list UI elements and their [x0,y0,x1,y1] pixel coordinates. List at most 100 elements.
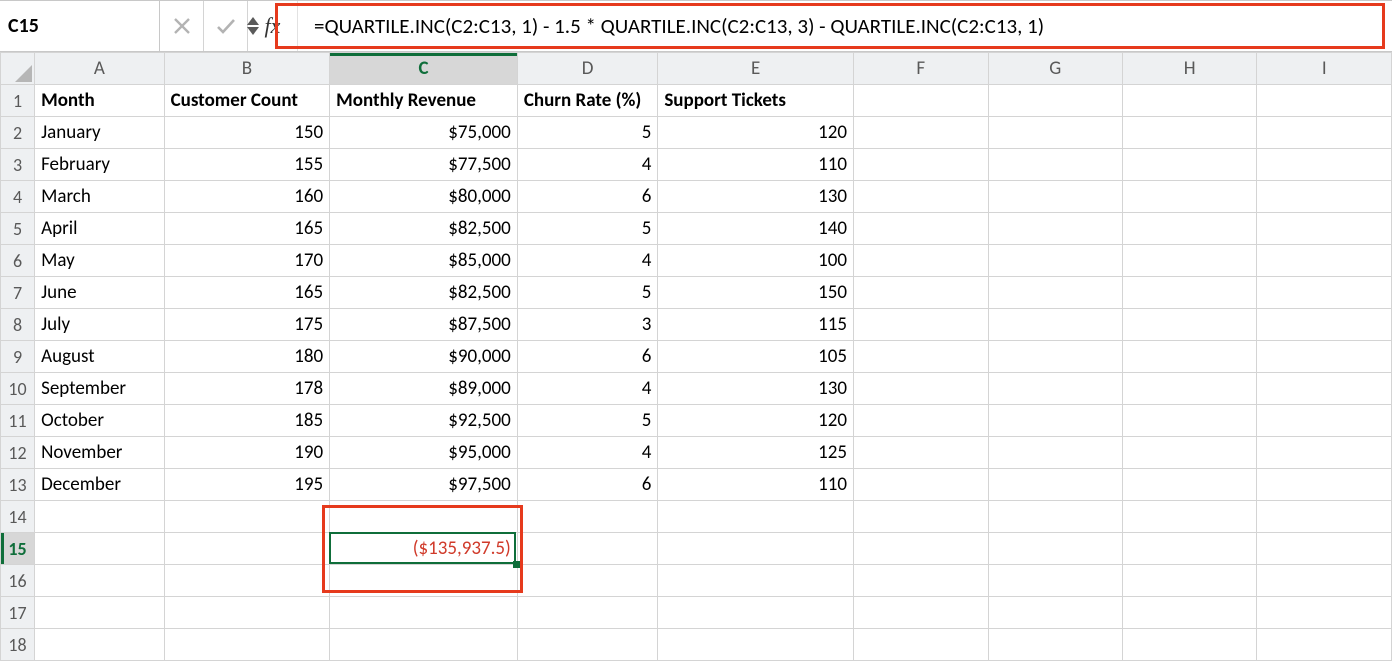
cell-B16[interactable] [164,565,330,597]
cell-E10[interactable]: 130 [658,373,854,405]
cell-F18[interactable] [854,629,988,661]
cell-A8[interactable]: July [35,309,164,341]
cell-B8[interactable]: 175 [164,309,330,341]
cell-A14[interactable] [35,501,164,533]
cell-I3[interactable] [1257,149,1392,181]
row-header-13[interactable]: 13 [1,469,35,501]
cell-I16[interactable] [1257,565,1392,597]
cell-D13[interactable]: 6 [517,469,658,501]
cell-E16[interactable] [658,565,854,597]
name-box[interactable] [0,1,160,51]
spreadsheet-grid[interactable]: A B C D E F G H I 1 Month Customer Count… [0,52,1392,661]
cell-B1[interactable]: Customer Count [164,85,330,117]
cell-B12[interactable]: 190 [164,437,330,469]
cell-C4[interactable]: $80,000 [330,181,518,213]
cell-I1[interactable] [1257,85,1392,117]
cell-G11[interactable] [988,405,1122,437]
cell-A17[interactable] [35,597,164,629]
cell-D1[interactable]: Churn Rate (%) [517,85,658,117]
cell-H14[interactable] [1122,501,1256,533]
formula-input-area[interactable] [298,1,1392,51]
row-header-18[interactable]: 18 [1,629,35,661]
cell-B2[interactable]: 150 [164,117,330,149]
cell-I11[interactable] [1257,405,1392,437]
cell-F17[interactable] [854,597,988,629]
cell-C6[interactable]: $85,000 [330,245,518,277]
cell-G1[interactable] [988,85,1122,117]
cell-C9[interactable]: $90,000 [330,341,518,373]
row-header-17[interactable]: 17 [1,597,35,629]
cell-A12[interactable]: November [35,437,164,469]
cell-E13[interactable]: 110 [658,469,854,501]
cell-D15[interactable] [517,533,658,565]
cell-A9[interactable]: August [35,341,164,373]
name-box-stepper[interactable] [247,17,259,35]
col-header-H[interactable]: H [1122,53,1256,85]
cell-B4[interactable]: 160 [164,181,330,213]
row-header-14[interactable]: 14 [1,501,35,533]
cell-G2[interactable] [988,117,1122,149]
row-header-3[interactable]: 3 [1,149,35,181]
cell-F12[interactable] [854,437,988,469]
cell-H15[interactable] [1122,533,1256,565]
cell-B9[interactable]: 180 [164,341,330,373]
cell-G8[interactable] [988,309,1122,341]
cell-A6[interactable]: May [35,245,164,277]
col-header-A[interactable]: A [35,53,164,85]
col-header-C[interactable]: C [330,53,518,85]
cell-G7[interactable] [988,277,1122,309]
cell-G14[interactable] [988,501,1122,533]
cell-F13[interactable] [854,469,988,501]
cell-E6[interactable]: 100 [658,245,854,277]
cell-C1[interactable]: Monthly Revenue [330,85,518,117]
cell-D8[interactable]: 3 [517,309,658,341]
col-header-F[interactable]: F [854,53,988,85]
cell-I9[interactable] [1257,341,1392,373]
row-header-9[interactable]: 9 [1,341,35,373]
cell-E9[interactable]: 105 [658,341,854,373]
cell-I14[interactable] [1257,501,1392,533]
cell-D9[interactable]: 6 [517,341,658,373]
cell-A11[interactable]: October [35,405,164,437]
cell-C7[interactable]: $82,500 [330,277,518,309]
cell-F16[interactable] [854,565,988,597]
cell-D18[interactable] [517,629,658,661]
cell-E14[interactable] [658,501,854,533]
row-header-8[interactable]: 8 [1,309,35,341]
cell-G17[interactable] [988,597,1122,629]
cell-I18[interactable] [1257,629,1392,661]
cell-H6[interactable] [1122,245,1256,277]
cell-G16[interactable] [988,565,1122,597]
cell-B6[interactable]: 170 [164,245,330,277]
cell-B3[interactable]: 155 [164,149,330,181]
cell-G3[interactable] [988,149,1122,181]
cell-I15[interactable] [1257,533,1392,565]
cell-H7[interactable] [1122,277,1256,309]
cell-I7[interactable] [1257,277,1392,309]
cell-A13[interactable]: December [35,469,164,501]
cell-I17[interactable] [1257,597,1392,629]
cell-I12[interactable] [1257,437,1392,469]
cell-H4[interactable] [1122,181,1256,213]
cell-B13[interactable]: 195 [164,469,330,501]
cell-I10[interactable] [1257,373,1392,405]
cell-E3[interactable]: 110 [658,149,854,181]
cell-E1[interactable]: Support Tickets [658,85,854,117]
cell-C13[interactable]: $97,500 [330,469,518,501]
cell-I8[interactable] [1257,309,1392,341]
cell-H8[interactable] [1122,309,1256,341]
cell-E8[interactable]: 115 [658,309,854,341]
cell-C14[interactable] [330,501,518,533]
cell-E7[interactable]: 150 [658,277,854,309]
cell-H1[interactable] [1122,85,1256,117]
cell-F4[interactable] [854,181,988,213]
cell-C12[interactable]: $95,000 [330,437,518,469]
cell-G13[interactable] [988,469,1122,501]
cell-D3[interactable]: 4 [517,149,658,181]
cell-H2[interactable] [1122,117,1256,149]
cell-E4[interactable]: 130 [658,181,854,213]
row-header-15[interactable]: 15 [1,533,35,565]
cell-F14[interactable] [854,501,988,533]
cell-H17[interactable] [1122,597,1256,629]
cell-C10[interactable]: $89,000 [330,373,518,405]
